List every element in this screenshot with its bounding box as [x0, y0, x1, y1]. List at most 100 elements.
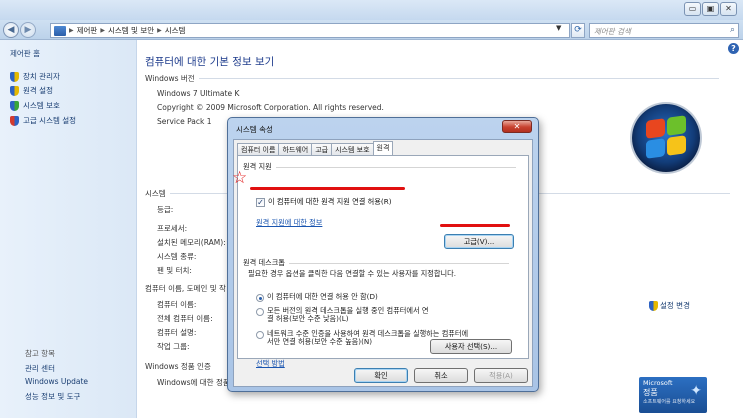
annotation-underline-checkbox	[250, 187, 405, 190]
shield-icon	[10, 85, 19, 96]
annotation-underline-advanced	[440, 224, 510, 227]
remote-assistance-group: 원격 지원	[243, 162, 516, 172]
computer-description-label: 컴퓨터 설명:	[157, 328, 197, 337]
radio-allow-any-version[interactable]: 모든 버전의 원격 데스크톱을 실행 중인 컴퓨터에서 연 결 허용(보안 수준…	[256, 307, 428, 323]
task-label: 고급 시스템 설정	[23, 116, 77, 125]
tab-remote[interactable]: 원격	[372, 141, 394, 155]
window-controls: ▭ ▣ ✕	[684, 2, 737, 16]
control-panel-icon	[54, 25, 66, 36]
refresh-icon[interactable]: ⟳	[571, 23, 585, 38]
genuine-star-icon: ✦	[690, 383, 702, 399]
how-to-choose-link[interactable]: 선택 방법	[256, 359, 285, 369]
dialog-tabs: 컴퓨터 이름 하드웨어 고급 시스템 보호 원격	[237, 141, 394, 155]
activation-status: Windows에 대한 정품	[157, 378, 230, 387]
badge-subtitle: 소프트웨어를 요청하세요	[643, 399, 696, 405]
windows-logo	[632, 104, 700, 172]
computer-name-section: 컴퓨터 이름, 도메인 및 작	[145, 283, 226, 294]
see-also-heading: 참고 항목	[25, 349, 55, 358]
help-icon[interactable]: ?	[728, 43, 739, 54]
windows-flag-icon	[646, 115, 686, 161]
radio-dont-allow[interactable]: 이 컴퓨터에 대한 연결 허용 안 함(D)	[256, 293, 378, 302]
edition-name: Windows 7 Ultimate K	[157, 89, 240, 98]
breadcrumb-system-security[interactable]: 시스템 및 보안	[108, 25, 154, 36]
section-heading: Windows 정품 인증	[145, 362, 211, 371]
address-dropdown-icon[interactable]: ▼	[556, 24, 561, 32]
shield-icon	[10, 71, 19, 82]
radio-dot	[256, 294, 264, 302]
activation-section: Windows 정품 인증	[145, 361, 211, 372]
windows-update-link[interactable]: Windows Update	[25, 377, 88, 386]
task-label: 원격 설정	[23, 86, 53, 95]
search-input[interactable]: 제어판 검색 ⌕	[589, 23, 739, 38]
divider	[288, 262, 509, 264]
task-system-protection[interactable]: 시스템 보호	[10, 100, 60, 111]
select-users-button[interactable]: 사용자 선택(S)...	[430, 339, 512, 354]
address-bar[interactable]: ▶ 제어판 ▶ 시스템 및 보안 ▶ 시스템	[50, 23, 570, 38]
radio-label: 모든 버전의 원격 데스크톱을 실행 중인 컴퓨터에서 연 결 허용(보안 수준…	[267, 307, 428, 323]
search-placeholder: 제어판 검색	[594, 27, 631, 36]
minimize-button[interactable]: ▭	[684, 2, 701, 16]
remote-tab-panel: 원격 지원 ✓ 이 컴퓨터에 대한 원격 지원 연결 허용(R) 원격 지원에 …	[237, 155, 529, 368]
shield-icon	[10, 115, 19, 126]
windows-edition-section: Windows 버전	[145, 73, 719, 84]
change-settings-link[interactable]: 설정 변경	[649, 300, 690, 311]
task-device-manager[interactable]: 장치 관리자	[10, 71, 60, 82]
maximize-button[interactable]: ▣	[702, 2, 719, 16]
remote-desktop-group: 원격 데스크톱	[243, 258, 509, 268]
remote-desktop-description: 필요한 경우 옵션을 클릭한 다음 연결할 수 있는 사용자를 지정합니다.	[248, 269, 456, 278]
search-icon[interactable]: ⌕	[730, 25, 735, 35]
action-center-link[interactable]: 관리 센터	[25, 363, 55, 374]
radio-label: 이 컴퓨터에 대한 연결 허용 안 함(D)	[267, 292, 378, 301]
tab-computer-name[interactable]: 컴퓨터 이름	[237, 143, 280, 155]
back-button[interactable]: ◀	[3, 22, 19, 38]
tab-system-protection[interactable]: 시스템 보호	[331, 143, 374, 155]
checkmark-icon: ✓	[256, 197, 265, 207]
allow-remote-assistance-checkbox[interactable]: ✓ 이 컴퓨터에 대한 원격 지원 연결 허용(R)	[256, 197, 392, 207]
tab-advanced[interactable]: 고급	[311, 143, 333, 155]
annotation-star-icon: ☆	[232, 168, 248, 188]
breadcrumb-control-panel[interactable]: 제어판	[77, 25, 98, 36]
divider	[198, 78, 719, 79]
remote-assistance-info-link[interactable]: 원격 지원에 대한 정보	[256, 218, 322, 228]
system-properties-dialog: 시스템 속성 ✕ 컴퓨터 이름 하드웨어 고급 시스템 보호 원격 원격 지원 …	[227, 117, 539, 392]
rating-label: 등급:	[157, 205, 174, 214]
group-heading: 원격 데스크톱	[243, 258, 285, 267]
task-remote-settings[interactable]: 원격 설정	[10, 85, 53, 96]
breadcrumb-separator-icon: ▶	[69, 27, 74, 34]
radio-dot	[256, 308, 264, 316]
genuine-software-badge[interactable]: Microsoft 정품 소프트웨어를 요청하세요 ✦	[639, 377, 707, 413]
computer-name-label: 컴퓨터 이름:	[157, 300, 197, 309]
copyright-text: Copyright © 2009 Microsoft Corporation. …	[157, 103, 384, 112]
performance-tools-link[interactable]: 성능 정보 및 도구	[25, 391, 80, 402]
full-computer-name-label: 전체 컴퓨터 이름:	[157, 314, 213, 323]
left-task-pane: 제어판 홈 장치 관리자 원격 설정 시스템 보호 고급 시스템 설정 참고 항…	[0, 40, 137, 418]
dialog-close-button[interactable]: ✕	[502, 120, 532, 133]
service-pack: Service Pack 1	[157, 117, 212, 126]
task-advanced-settings[interactable]: 고급 시스템 설정	[10, 115, 76, 126]
radio-dot	[256, 331, 264, 339]
dialog-title: 시스템 속성	[236, 125, 273, 134]
page-title: 컴퓨터에 대한 기본 정보 보기	[145, 56, 275, 68]
tab-hardware[interactable]: 하드웨어	[278, 143, 313, 155]
cancel-button[interactable]: 취소	[414, 368, 468, 383]
section-heading: Windows 버전	[145, 74, 195, 83]
memory-label: 설치된 메모리(RAM):	[157, 238, 226, 247]
system-type-label: 시스템 종류:	[157, 252, 197, 261]
ok-button[interactable]: 확인	[354, 368, 408, 383]
radio-label-line: 결 허용(보안 수준 낮음)(L)	[267, 314, 349, 323]
apply-button[interactable]: 적용(A)	[474, 368, 528, 383]
breadcrumb-system[interactable]: 시스템	[165, 25, 186, 36]
divider	[275, 166, 516, 168]
checkbox-label: 이 컴퓨터에 대한 원격 지원 연결 허용(R)	[268, 197, 392, 206]
shield-icon	[649, 300, 658, 311]
close-window-button[interactable]: ✕	[720, 2, 737, 16]
address-bar-row: ◀ ▶ ▶ 제어판 ▶ 시스템 및 보안 ▶ 시스템 ▼ ⟳ 제어판 검색 ⌕	[0, 20, 743, 40]
processor-label: 프로세서:	[157, 224, 188, 233]
change-settings-label: 설정 변경	[660, 301, 690, 310]
group-heading: 원격 지원	[243, 162, 272, 171]
advanced-button[interactable]: 고급(V)...	[444, 234, 514, 249]
control-panel-home-link[interactable]: 제어판 홈	[10, 48, 40, 59]
workgroup-label: 작업 그룹:	[157, 342, 190, 351]
forward-button[interactable]: ▶	[20, 22, 36, 38]
task-label: 시스템 보호	[23, 101, 60, 110]
